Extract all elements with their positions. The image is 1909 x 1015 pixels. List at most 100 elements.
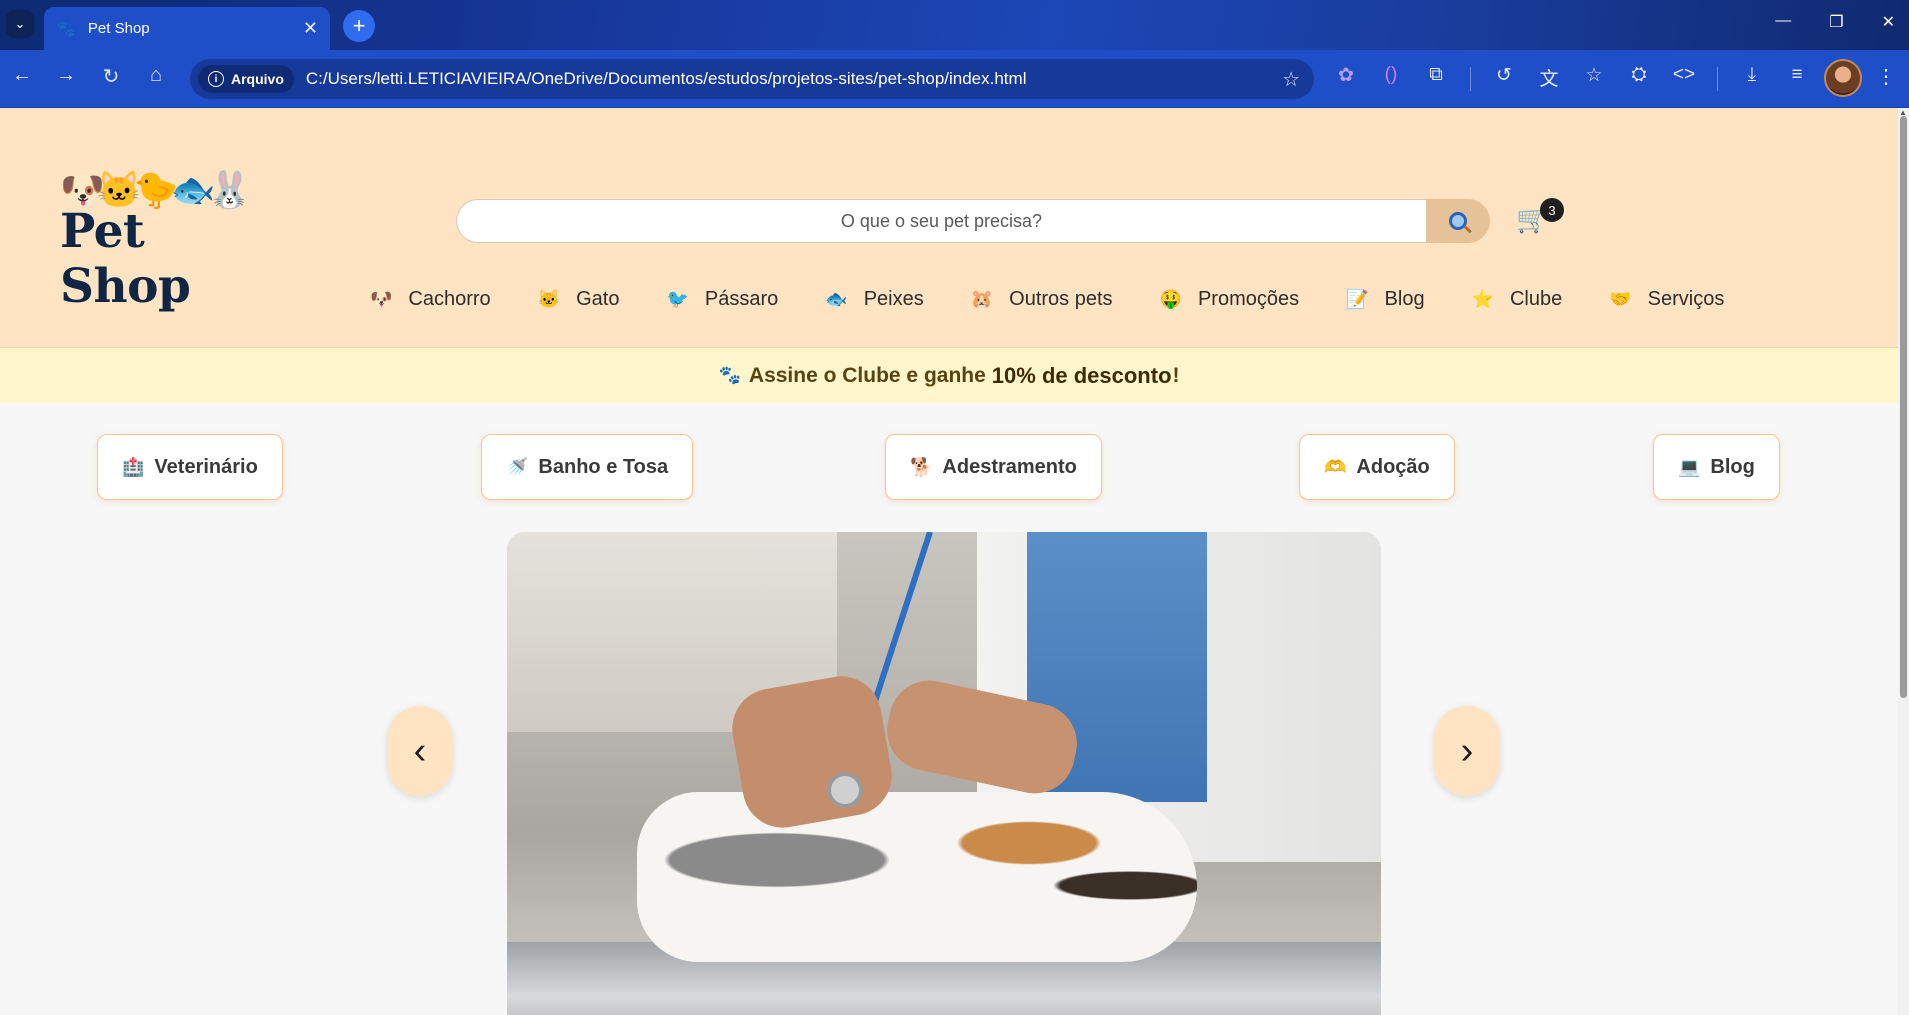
home-icon[interactable]: ⌂ xyxy=(142,64,170,87)
service-label: Adoção xyxy=(1356,455,1430,478)
shower-icon: 🚿 xyxy=(506,456,529,477)
service-adestramento-button[interactable]: 🐕 Adestramento xyxy=(885,434,1102,500)
dog-icon: 🐶 xyxy=(370,289,393,309)
incognito-icon[interactable]: ⛭ xyxy=(1624,64,1654,86)
money-face-icon: 🤑 xyxy=(1159,289,1182,309)
close-window-icon[interactable]: ✕ xyxy=(1882,12,1895,32)
url-text[interactable]: C:/Users/letti.LETICIAVIEIRA/OneDrive/Do… xyxy=(306,69,1282,89)
vet-cat-photo xyxy=(507,532,1381,1015)
site-info-chip[interactable]: i Arquivo xyxy=(198,65,294,93)
service-label: Adestramento xyxy=(942,455,1077,478)
translate-icon[interactable]: 文 xyxy=(1534,64,1564,91)
menu-item-label: Gato xyxy=(576,288,620,310)
tab-search-button[interactable]: ⌄ xyxy=(6,10,34,38)
browser-tab-strip: ⌄ 🐾 Pet Shop ✕ + — ❐ ✕ xyxy=(0,0,1909,50)
devtools-code-icon[interactable]: <> xyxy=(1669,64,1699,86)
extension-gear-icon[interactable]: ✿ xyxy=(1331,64,1361,87)
hospital-icon: 🏥 xyxy=(122,456,145,477)
toolbar-separator xyxy=(1470,67,1471,91)
profile-avatar[interactable] xyxy=(1824,59,1862,97)
site-logo[interactable]: 🐶 🐱 🐤 🐟 🐰 Pet Shop xyxy=(60,170,260,315)
favorites-star-icon[interactable]: ☆ xyxy=(1579,64,1609,87)
page-scrollbar[interactable]: ▲ xyxy=(1898,108,1909,1015)
menu-item-label: Pássaro xyxy=(704,288,779,310)
search-bar xyxy=(456,199,1490,243)
heart-hands-icon: 🫶 xyxy=(1324,456,1347,477)
tab-title: Pet Shop xyxy=(87,20,150,37)
handshake-icon: 🤝 xyxy=(1609,289,1632,309)
window-controls: — ❐ ✕ xyxy=(1775,12,1895,32)
browser-toolbar: ← → ↻ ⌂ i Arquivo C:/Users/letti.LETICIA… xyxy=(0,50,1909,108)
menu-item-peixes[interactable]: 🐟 Peixes xyxy=(825,288,923,311)
scrollbar-thumb[interactable] xyxy=(1900,116,1907,698)
carousel-next-button[interactable]: › xyxy=(1434,706,1500,796)
hamster-icon: 🐹 xyxy=(970,289,994,309)
menu-item-promocoes[interactable]: 🤑 Promoções xyxy=(1160,288,1300,311)
menu-item-cachorro[interactable]: 🐶 Cachorro xyxy=(370,288,491,311)
promo-suffix: ! xyxy=(1172,363,1180,387)
cart-count-badge: 3 xyxy=(1540,198,1564,222)
info-icon: i xyxy=(208,71,224,87)
page-viewport: 🐶🐱🐤🐟🐰 Pet Shop 🛒 3 🐶 Cachorro 🐱 Gato xyxy=(0,108,1898,1015)
history-icon[interactable]: ↺ xyxy=(1489,64,1519,87)
service-adocao-button[interactable]: 🫶 Adoção xyxy=(1299,434,1455,500)
menu-item-clube[interactable]: ⭐ Clube xyxy=(1472,288,1563,311)
new-tab-button[interactable]: + xyxy=(343,10,375,42)
service-veterinario-button[interactable]: 🏥 Veterinário xyxy=(97,434,283,500)
menu-item-label: Peixes xyxy=(863,288,924,310)
download-icon[interactable]: ⤓ xyxy=(1737,64,1767,86)
search-input[interactable] xyxy=(456,199,1426,243)
promo-prefix: Assine o Clube e ganhe xyxy=(748,363,986,387)
memo-icon: 📝 xyxy=(1346,289,1369,309)
more-menu-icon[interactable]: ⋮ xyxy=(1876,64,1896,89)
service-blog-button[interactable]: 💻 Blog xyxy=(1653,434,1780,500)
menu-item-label: Promoções xyxy=(1197,288,1300,310)
restore-icon[interactable]: ❐ xyxy=(1829,12,1843,32)
menu-item-label: Outros pets xyxy=(1009,288,1113,310)
menu-item-outros-pets[interactable]: 🐹 Outros pets xyxy=(971,288,1113,311)
service-label: Blog xyxy=(1710,455,1755,478)
hero-carousel xyxy=(507,532,1381,1015)
service-label: Banho e Tosa xyxy=(538,455,669,478)
menu-item-servicos[interactable]: 🤝 Serviços xyxy=(1609,288,1724,311)
service-banho-tosa-button[interactable]: 🚿 Banho e Tosa xyxy=(481,434,694,500)
magnifier-icon xyxy=(1449,212,1467,230)
category-menu: 🐶 Cachorro 🐱 Gato 🐦 Pássaro 🐟 Peixes 🐹 O… xyxy=(370,288,1771,311)
back-arrow-icon[interactable]: ← xyxy=(8,64,36,87)
cart-button[interactable]: 🛒 3 xyxy=(1516,198,1564,244)
paws-icon: 🐾 xyxy=(718,365,741,385)
fish-icon: 🐟 xyxy=(825,289,848,309)
site-info-label: Arquivo xyxy=(231,71,284,87)
search-button[interactable] xyxy=(1426,199,1490,243)
menu-item-label: Blog xyxy=(1384,288,1425,310)
logo-text: Pet Shop xyxy=(60,204,191,314)
forward-arrow-icon[interactable]: → xyxy=(52,64,80,87)
close-tab-icon[interactable]: ✕ xyxy=(303,18,318,39)
toolbar-separator xyxy=(1717,67,1718,91)
browser-tab-active[interactable]: 🐾 Pet Shop ✕ xyxy=(44,7,330,50)
services-row: 🏥 Veterinário 🚿 Banho e Tosa 🐕 Adestrame… xyxy=(0,434,1898,500)
paw-favicon-icon: 🐾 xyxy=(56,20,76,38)
promo-highlight: 10% de desconto xyxy=(991,362,1172,388)
menu-item-gato[interactable]: 🐱 Gato xyxy=(538,288,620,311)
menu-item-blog[interactable]: 📝 Blog xyxy=(1346,288,1424,311)
menu-item-passaro[interactable]: 🐦 Pássaro xyxy=(666,288,778,311)
dog-training-icon: 🐕 xyxy=(910,456,933,477)
minimize-icon[interactable]: — xyxy=(1775,12,1791,32)
reload-icon[interactable]: ↻ xyxy=(97,64,125,89)
media-queue-icon[interactable]: ≡ xyxy=(1782,64,1812,86)
star-icon: ⭐ xyxy=(1471,289,1494,309)
laptop-icon: 💻 xyxy=(1678,456,1701,477)
extensions-puzzle-icon[interactable]: ⧉ xyxy=(1421,64,1451,86)
club-promo-banner: 🐾 Assine o Clube e ganhe 10% de desconto… xyxy=(0,348,1898,403)
menu-item-label: Serviços xyxy=(1647,288,1725,310)
bookmark-star-icon[interactable]: ☆ xyxy=(1282,67,1300,92)
cat-icon: 🐱 xyxy=(537,289,561,309)
service-label: Veterinário xyxy=(154,455,258,478)
bird-icon: 🐦 xyxy=(666,289,689,309)
carousel-prev-button[interactable]: ‹ xyxy=(387,706,453,796)
site-header: 🐶🐱🐤🐟🐰 Pet Shop 🛒 3 🐶 Cachorro 🐱 Gato xyxy=(0,108,1898,348)
address-bar[interactable]: i Arquivo C:/Users/letti.LETICIAVIEIRA/O… xyxy=(190,59,1314,99)
menu-item-label: Cachorro xyxy=(408,288,491,310)
extension-brackets-icon[interactable]: () xyxy=(1376,64,1406,86)
